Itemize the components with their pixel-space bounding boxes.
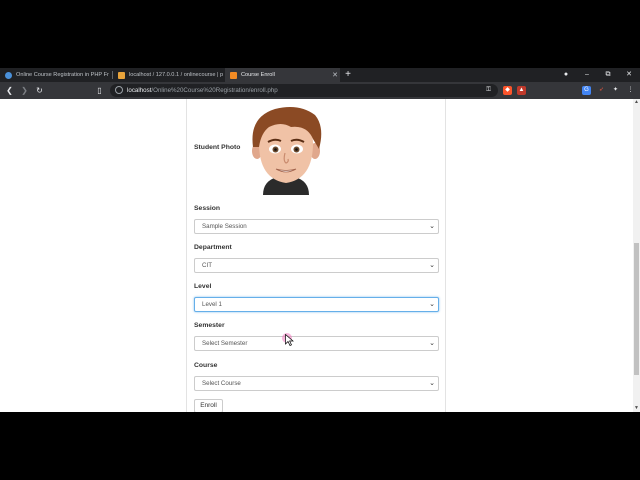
browser-toolbar: ❮ ❯ ↻ ▯ localhost/Online%20Course%20Regi… bbox=[0, 82, 640, 99]
key-icon[interactable]: ⚿ bbox=[484, 86, 493, 95]
back-arrow-icon[interactable]: ❮ bbox=[4, 85, 15, 96]
site-favicon-icon bbox=[230, 71, 237, 79]
browser-tab[interactable]: localhost / 127.0.0.1 / onlinecourse | p bbox=[113, 68, 225, 82]
session-label: Session bbox=[194, 205, 221, 212]
reload-icon[interactable]: ↻ bbox=[34, 85, 45, 96]
url-text: localhost/Online%20Course%20Registration… bbox=[127, 84, 278, 97]
session-selected-value: Sample Session bbox=[202, 223, 247, 230]
close-tab-icon[interactable]: ✕ bbox=[330, 71, 340, 79]
brave-rewards-icon[interactable]: ▲ bbox=[517, 86, 526, 95]
chevron-down-icon: ⌄ bbox=[429, 262, 435, 269]
course-select[interactable]: Select Course ⌄ bbox=[194, 376, 439, 391]
department-label: Department bbox=[194, 244, 232, 251]
menu-icon[interactable]: ⋮ bbox=[626, 86, 635, 95]
chevron-down-icon: ⌄ bbox=[429, 340, 435, 347]
course-selected-value: Select Course bbox=[202, 380, 241, 387]
close-window-button[interactable]: ✕ bbox=[619, 68, 639, 82]
puzzle-icon[interactable]: ✦ bbox=[611, 86, 620, 95]
url-host: localhost bbox=[127, 87, 152, 94]
department-selected-value: CIT bbox=[202, 262, 212, 269]
mouse-pointer-icon bbox=[285, 334, 294, 346]
chevron-down-icon: ⌄ bbox=[429, 223, 435, 230]
semester-select[interactable]: Select Semester ⌄ bbox=[194, 336, 439, 351]
translate-icon[interactable]: G bbox=[582, 86, 591, 95]
department-select[interactable]: CIT ⌄ bbox=[194, 258, 439, 273]
page-scrollbar[interactable]: ▲ ▼ bbox=[633, 99, 640, 412]
scroll-down-icon[interactable]: ▼ bbox=[633, 405, 640, 412]
globe-icon bbox=[5, 71, 12, 79]
forward-arrow-icon[interactable]: ❯ bbox=[19, 85, 30, 96]
chevron-down-icon: ⌄ bbox=[429, 380, 435, 387]
tab-title: Online Course Registration in PHP Fr bbox=[16, 72, 109, 78]
enroll-form-panel: Student Photo Session Sample Session ⌄ D… bbox=[186, 99, 446, 412]
tab-title: localhost / 127.0.0.1 / onlinecourse | p bbox=[129, 72, 224, 78]
bookmark-icon[interactable]: ▯ bbox=[94, 85, 105, 96]
scroll-up-icon[interactable]: ▲ bbox=[633, 99, 640, 106]
site-info-icon[interactable] bbox=[115, 86, 123, 94]
brave-shield-icon[interactable]: ◆ bbox=[503, 86, 512, 95]
level-select[interactable]: Level 1 ⌄ bbox=[194, 297, 439, 312]
student-photo-label: Student Photo bbox=[194, 144, 241, 151]
browser-tab-bar: Online Course Registration in PHP Fr loc… bbox=[0, 68, 640, 82]
chevron-down-icon: ⌄ bbox=[429, 301, 435, 308]
level-selected-value: Level 1 bbox=[202, 301, 222, 308]
new-tab-button[interactable]: + bbox=[342, 68, 354, 82]
extension-icon[interactable]: ➶ bbox=[597, 86, 606, 95]
minimize-button[interactable]: – bbox=[577, 68, 597, 82]
video-letterbox-bottom bbox=[0, 412, 640, 480]
phpmyadmin-icon bbox=[118, 71, 125, 79]
page-content: Student Photo Session Sample Session ⌄ D… bbox=[0, 99, 633, 412]
scrollbar-thumb[interactable] bbox=[634, 243, 639, 375]
video-letterbox-top bbox=[0, 0, 640, 68]
enroll-button[interactable]: Enroll bbox=[194, 399, 223, 412]
browser-tab[interactable]: Online Course Registration in PHP Fr bbox=[0, 68, 112, 82]
course-label: Course bbox=[194, 362, 218, 369]
browser-tab-active[interactable]: Course Enroll ✕ bbox=[225, 68, 340, 82]
level-label: Level bbox=[194, 283, 212, 290]
address-bar[interactable]: localhost/Online%20Course%20Registration… bbox=[110, 84, 498, 97]
url-path: /Online%20Course%20Registration/enroll.p… bbox=[151, 87, 278, 94]
tab-title: Course Enroll bbox=[241, 72, 275, 78]
session-select[interactable]: Sample Session ⌄ bbox=[194, 219, 439, 234]
profile-icon[interactable]: ● bbox=[556, 68, 576, 82]
restore-button[interactable]: ⧉ bbox=[598, 68, 618, 82]
semester-selected-value: Select Semester bbox=[202, 340, 248, 347]
student-avatar-image bbox=[252, 107, 322, 195]
semester-label: Semester bbox=[194, 322, 225, 329]
